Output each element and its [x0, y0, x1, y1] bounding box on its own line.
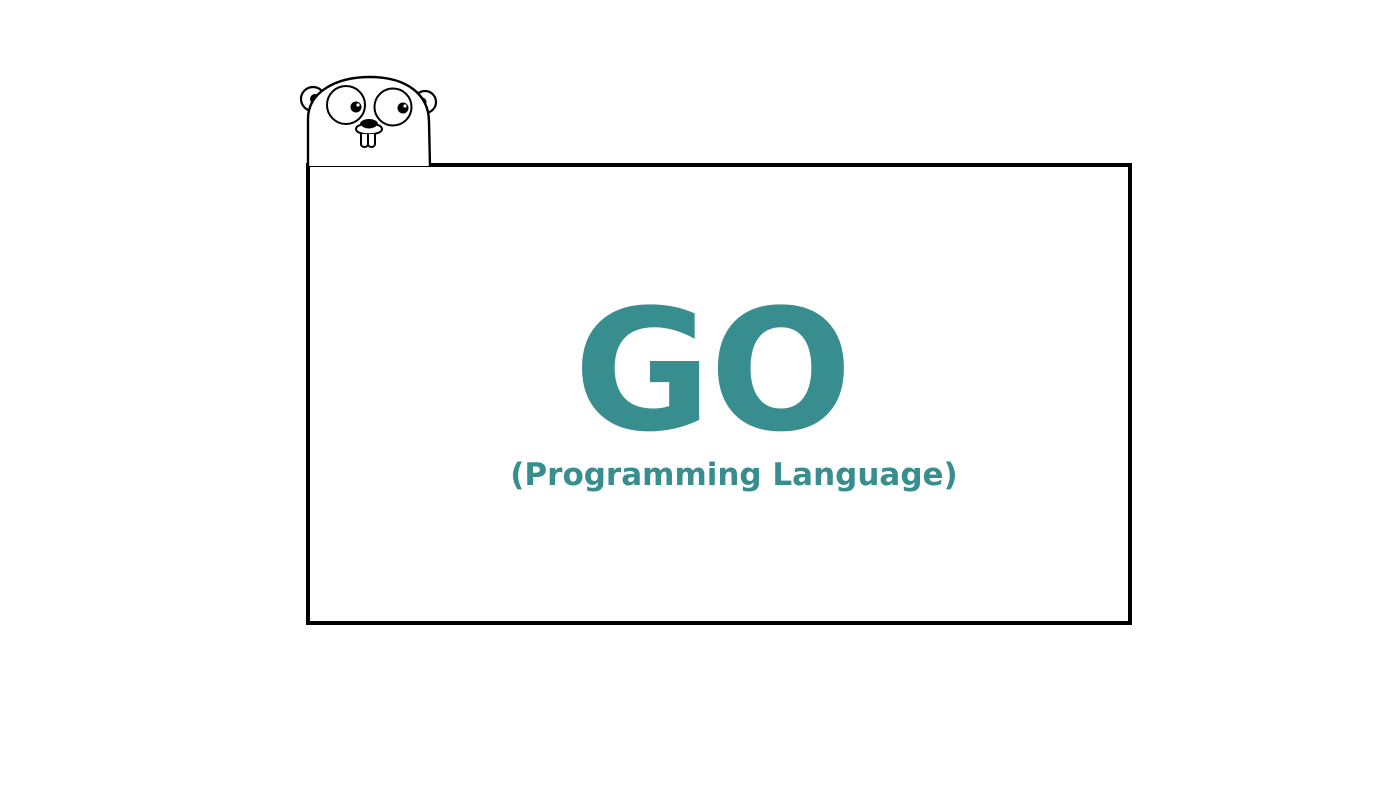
page-title: GO: [573, 273, 853, 469]
title-frame: GO (Programming Language): [306, 163, 1132, 625]
gopher-icon: [299, 75, 438, 167]
slide-canvas: GO (Programming Language): [0, 0, 1400, 787]
page-subtitle: (Programming Language): [510, 457, 958, 493]
